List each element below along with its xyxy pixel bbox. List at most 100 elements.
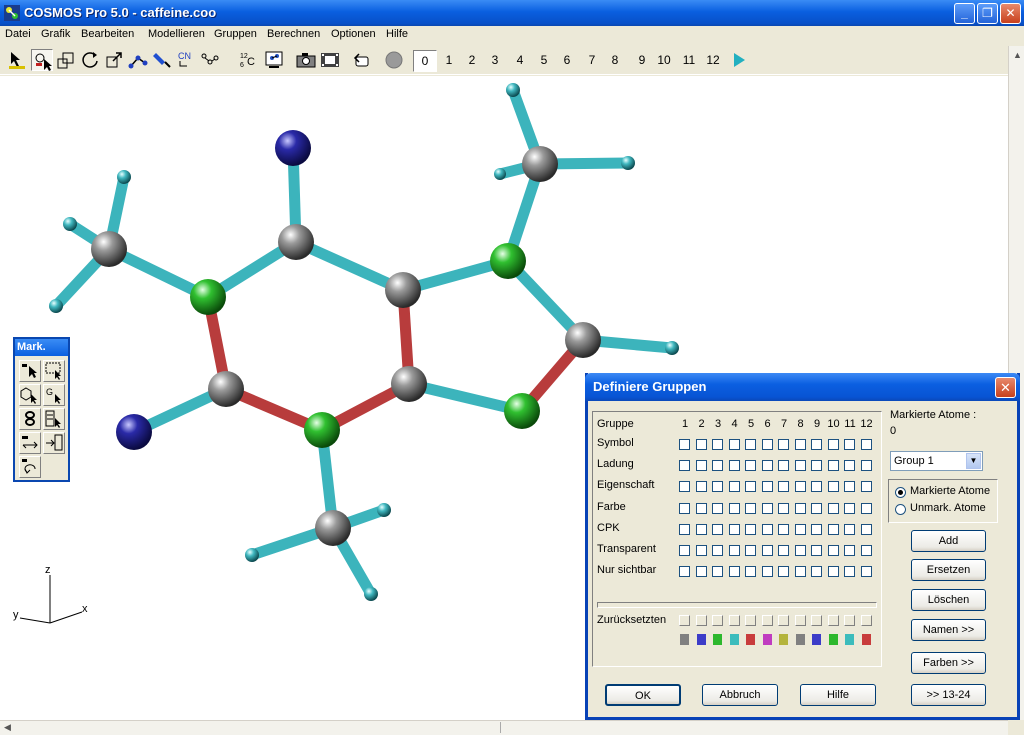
reset-button[interactable] [679,615,690,626]
group-checkbox[interactable] [761,439,773,450]
group-checkbox[interactable] [695,523,707,535]
names-button[interactable]: Namen >> [911,619,986,641]
close-button[interactable]: ✕ [1000,3,1021,24]
play-forward-icon[interactable] [728,49,750,71]
reset-button[interactable] [712,615,723,626]
molecule-view-icon[interactable] [263,49,285,71]
frame-button-0[interactable]: 0 [413,50,437,72]
group-checkbox[interactable] [745,545,756,556]
dialog-close-button[interactable]: ✕ [995,377,1016,398]
group-checkbox[interactable] [712,566,723,578]
menu-grafik[interactable]: Grafik [41,28,70,40]
menu-berechnen[interactable]: Berechnen [267,28,320,40]
group-checkbox[interactable] [844,481,855,493]
frame-button-11[interactable]: 11 [679,50,699,72]
mark-transfer-icon[interactable] [43,432,65,454]
color-swatch[interactable] [696,634,706,645]
menu-datei[interactable]: Datei [5,28,31,40]
frame-button-2[interactable]: 2 [464,50,480,72]
camera-icon[interactable] [295,49,317,71]
scroll-thumb[interactable] [500,722,504,733]
color-swatch[interactable] [729,634,739,645]
add-button[interactable]: Add [911,530,986,552]
cancel-button[interactable]: Abbruch [702,684,778,706]
replace-button[interactable]: Ersetzen [911,559,986,581]
mark-ring-icon[interactable] [19,384,41,406]
group-checkbox[interactable] [827,481,839,493]
mark-swap-icon[interactable] [19,432,41,454]
group-checkbox[interactable] [827,502,839,514]
stop-icon[interactable] [383,49,405,71]
group-checkbox[interactable] [827,523,839,535]
group-checkbox[interactable] [811,481,822,493]
ok-button[interactable]: OK [605,684,681,706]
group-checkbox[interactable] [728,523,740,535]
reset-button[interactable] [860,615,872,626]
group-checkbox[interactable] [778,566,789,578]
group-checkbox[interactable] [811,523,822,535]
group-checkbox[interactable] [745,460,756,472]
reset-button[interactable] [761,615,773,626]
group-checkbox[interactable] [827,545,839,556]
group-checkbox[interactable] [860,566,872,578]
element-cn-tool-icon[interactable]: CN [175,49,197,71]
group-checkbox[interactable] [712,523,723,535]
color-swatch[interactable] [795,634,805,645]
group-checkbox[interactable] [695,545,707,556]
minimize-button[interactable]: _ [954,3,975,24]
help-button[interactable]: Hilfe [800,684,876,706]
next-groups-button[interactable]: >> 13-24 [911,684,986,706]
color-swatch[interactable] [845,634,854,645]
frame-button-5[interactable]: 5 [536,50,552,72]
group-checkbox[interactable] [778,439,789,450]
mark-rectangle-icon[interactable] [43,360,65,382]
group-checkbox[interactable] [778,545,789,556]
group-checkbox[interactable] [761,545,773,556]
group-checkbox[interactable] [761,460,773,472]
frame-button-3[interactable]: 3 [487,50,503,72]
horizontal-scrollbar[interactable]: ◀ [0,720,1008,735]
group-checkbox[interactable] [712,439,723,450]
reset-button[interactable] [827,615,839,626]
group-checkbox[interactable] [860,523,872,535]
group-checkbox[interactable] [827,460,839,472]
reset-button[interactable] [794,615,806,626]
reset-button[interactable] [728,615,740,626]
scale-tool-icon[interactable] [55,49,77,71]
group-checkbox[interactable] [778,502,789,514]
group-checkbox[interactable] [679,481,690,493]
delete-button[interactable]: Löschen [911,589,986,611]
group-checkbox[interactable] [844,460,855,472]
group-checkbox[interactable] [827,439,839,450]
color-swatch[interactable] [746,634,755,645]
group-checkbox[interactable] [794,439,806,450]
group-checkbox[interactable] [761,481,773,493]
color-swatch[interactable] [861,634,871,645]
group-checkbox[interactable] [844,502,855,514]
group-checkbox[interactable] [728,502,740,514]
frame-button-9[interactable]: 9 [634,50,650,72]
scroll-up-icon[interactable]: ▲ [1013,50,1022,60]
chevron-down-icon[interactable]: ▼ [966,453,981,469]
chain-tool-icon[interactable] [199,49,221,71]
mark-atom-icon[interactable] [19,360,41,382]
group-checkbox[interactable] [712,481,723,493]
group-checkbox[interactable] [811,566,822,578]
undo-hand-icon[interactable] [351,49,373,71]
isotope-12c-icon[interactable]: 12 6 C [239,49,261,71]
group-checkbox[interactable] [844,566,855,578]
reset-button[interactable] [778,615,789,626]
group-checkbox[interactable] [811,545,822,556]
color-swatch[interactable] [779,634,788,645]
mark-molecule-icon[interactable] [43,408,65,430]
group-checkbox[interactable] [778,460,789,472]
color-swatch[interactable] [812,634,821,645]
frame-button-1[interactable]: 1 [441,50,457,72]
frame-button-12[interactable]: 12 [703,50,723,72]
group-checkbox[interactable] [761,502,773,514]
group-checkbox[interactable] [811,439,822,450]
group-checkbox[interactable] [860,502,872,514]
group-checkbox[interactable] [695,566,707,578]
group-checkbox[interactable] [728,481,740,493]
mark-undo-icon[interactable] [19,456,41,478]
